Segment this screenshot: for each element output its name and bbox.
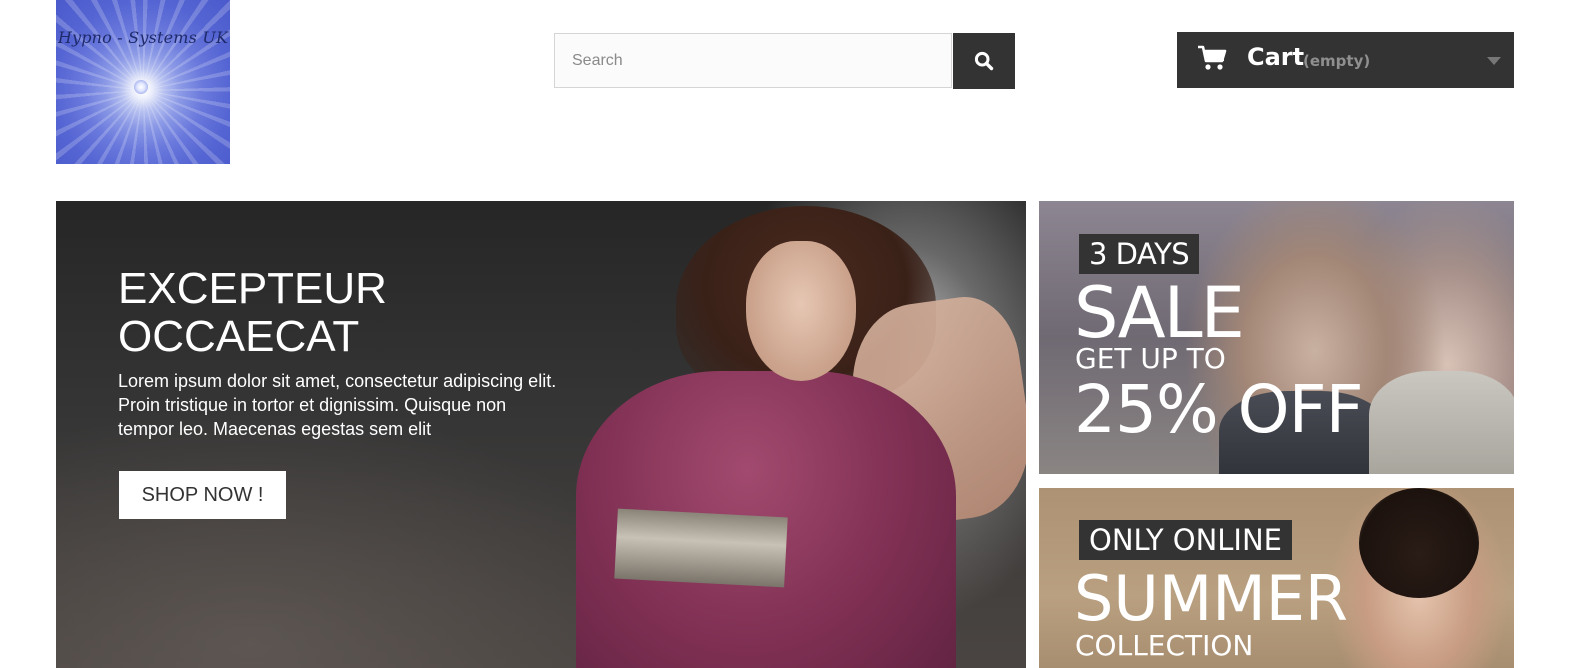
homepage-slider[interactable]: EXCEPTEUR OCCAECAT Lorem ipsum dolor sit… <box>56 201 1026 668</box>
slide-image-belt <box>614 508 788 588</box>
banner-image-hair <box>1359 488 1479 598</box>
summer-subline: COLLECTION <box>1075 629 1254 662</box>
cart-status: (empty) <box>1303 52 1371 70</box>
banner-image-coat <box>1369 371 1514 474</box>
cart-label: Cart <box>1247 43 1305 71</box>
slide-image-face <box>746 241 856 381</box>
slide-description: Lorem ipsum dolor sit amet, consectetur … <box>118 371 557 439</box>
summer-headline: SUMMER <box>1074 562 1348 635</box>
cart-icon <box>1198 45 1227 70</box>
search-input[interactable] <box>555 34 951 87</box>
slide-title: EXCEPTEUR OCCAECAT <box>118 264 387 361</box>
search-box <box>554 33 952 88</box>
shop-now-button[interactable]: SHOP NOW ! <box>119 471 286 519</box>
sale-headline: SALE <box>1074 272 1245 354</box>
logo-eye <box>134 80 148 94</box>
site-logo[interactable]: Hypno - Systems UK <box>56 0 230 164</box>
summer-banner[interactable]: ONLY ONLINE SUMMER COLLECTION <box>1039 488 1514 668</box>
caret-down-icon[interactable] <box>1487 57 1501 65</box>
search-button[interactable] <box>953 33 1015 89</box>
search-icon <box>974 51 994 71</box>
online-tag: ONLY ONLINE <box>1079 520 1293 560</box>
sale-banner[interactable]: 3 DAYS SALE GET UP TO 25% OFF <box>1039 201 1514 474</box>
logo-text: Hypno - Systems UK <box>57 28 229 47</box>
cart-button[interactable]: Cart (empty) <box>1177 32 1514 88</box>
sale-tag: 3 DAYS <box>1079 234 1200 274</box>
sale-discount: 25% OFF <box>1074 371 1364 448</box>
